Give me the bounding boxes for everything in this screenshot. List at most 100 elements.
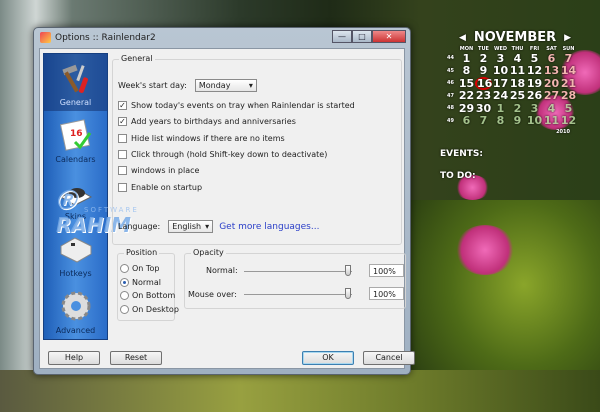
checkbox-label: Hide list windows if there are no items — [131, 133, 285, 143]
slider-thumb[interactable] — [345, 265, 351, 276]
day-cell[interactable]: 21 — [560, 77, 577, 90]
position-radio-on-desktop[interactable]: On Desktop — [120, 304, 179, 314]
week-number: 49 — [447, 117, 454, 124]
language-label: Language: — [118, 222, 161, 231]
option-checkbox-row[interactable]: windows in place — [118, 166, 199, 176]
radio-button[interactable] — [120, 264, 129, 273]
radio-button[interactable] — [120, 291, 129, 300]
select-value: Monday — [198, 81, 231, 90]
radio-label: On Bottom — [132, 291, 176, 300]
sidebar-item-calendars[interactable]: 16 Calendars — [44, 111, 107, 168]
day-cell[interactable]: 25 — [509, 89, 526, 102]
calendar-week: 44 1 2 3 4 5 6 7 — [440, 52, 590, 65]
language-select[interactable]: English ▾ — [168, 220, 214, 233]
title-bar[interactable]: Options :: Rainlendar2 — □ ✕ — [34, 28, 410, 47]
day-cell[interactable]: 7 — [475, 114, 492, 127]
mouseover-opacity-field[interactable]: 100% — [369, 287, 404, 300]
sidebar-item-label: Advanced — [55, 326, 96, 335]
checkbox[interactable] — [118, 166, 127, 176]
day-cell[interactable]: 1 — [492, 102, 509, 115]
select-value: English — [172, 222, 202, 231]
day-cell[interactable]: 1 — [458, 52, 475, 65]
day-cell[interactable]: 24 — [492, 89, 509, 102]
option-checkbox-row[interactable]: Hide list windows if there are no items — [118, 133, 285, 143]
week-number: 48 — [447, 105, 454, 112]
group-title: Position — [124, 248, 160, 257]
day-cell[interactable]: 8 — [458, 64, 475, 77]
sidebar-item-general[interactable]: General — [44, 54, 107, 111]
next-month-button[interactable]: ▶ — [564, 33, 571, 43]
day-cell[interactable]: 5 — [526, 52, 543, 65]
day-cell[interactable]: 11 — [509, 64, 526, 77]
option-checkbox-row[interactable]: Enable on startup — [118, 182, 202, 192]
option-checkbox-row[interactable]: Click through (hold Shift-key down to de… — [118, 149, 328, 159]
position-radio-normal[interactable]: Normal — [120, 277, 161, 287]
checkbox-label: Click through (hold Shift-key down to de… — [131, 149, 328, 159]
day-cell[interactable]: 3 — [526, 102, 543, 115]
day-cell[interactable]: 26 — [526, 89, 543, 102]
ok-button[interactable]: OK — [302, 351, 354, 365]
week-start-select[interactable]: Monday ▾ — [194, 79, 257, 92]
position-radio-on-bottom[interactable]: On Bottom — [120, 291, 175, 300]
day-cell[interactable]: 4 — [543, 102, 560, 115]
normal-opacity-field[interactable]: 100% — [369, 264, 404, 277]
dialog-client: General 16 Calendars Skins Hotkeys Advan… — [39, 48, 415, 369]
mouseover-opacity-slider[interactable] — [244, 294, 352, 295]
day-cell[interactable]: 10 — [492, 64, 509, 77]
day-cell[interactable]: 6 — [543, 52, 560, 65]
day-cell[interactable]: 14 — [560, 64, 577, 77]
opacity-group: Opacity — [184, 248, 406, 309]
option-checkbox-row[interactable]: ✓ Show today's events on tray when Rainle… — [118, 101, 355, 110]
position-radio-on-top[interactable]: On Top — [120, 264, 159, 273]
day-cell[interactable]: 3 — [492, 52, 509, 65]
option-checkbox-row[interactable]: ✓ Add years to birthdays and anniversarie… — [118, 117, 296, 127]
day-cell[interactable]: 6 — [458, 114, 475, 127]
day-cell[interactable]: 20 — [543, 77, 560, 90]
day-cell[interactable]: 7 — [560, 52, 577, 65]
prev-month-button[interactable]: ◀ — [459, 33, 466, 43]
day-cell[interactable]: 9 — [475, 64, 492, 77]
minimize-button[interactable]: — — [332, 30, 352, 43]
day-cell[interactable]: 18 — [509, 77, 526, 90]
day-cell[interactable]: 23 — [475, 89, 492, 102]
day-cell[interactable]: 13 — [543, 64, 560, 77]
close-button[interactable]: ✕ — [372, 30, 406, 43]
sidebar-item-label: Calendars — [55, 155, 96, 164]
sidebar-item-advanced[interactable]: Advanced — [44, 282, 107, 339]
day-cell[interactable]: 29 — [458, 102, 475, 115]
normal-opacity-slider[interactable] — [244, 271, 352, 272]
radio-label: On Top — [132, 264, 160, 273]
slider-thumb[interactable] — [345, 288, 351, 299]
checkbox[interactable]: ✓ — [118, 117, 127, 127]
reset-button[interactable]: Reset — [110, 351, 162, 365]
day-cell[interactable]: 12 — [560, 114, 577, 127]
day-cell[interactable]: 17 — [492, 77, 509, 90]
cancel-button[interactable]: Cancel — [363, 351, 415, 365]
chevron-down-icon: ▾ — [205, 222, 210, 231]
day-cell[interactable]: 10 — [526, 114, 543, 127]
checkbox[interactable]: ✓ — [118, 101, 127, 110]
day-cell[interactable]: 12 — [526, 64, 543, 77]
checkbox[interactable] — [118, 149, 127, 159]
checkbox[interactable] — [118, 182, 127, 192]
checkbox[interactable] — [118, 133, 127, 143]
day-cell[interactable]: 9 — [509, 114, 526, 127]
today-cell[interactable]: 16 — [475, 76, 492, 90]
day-cell[interactable]: 11 — [543, 114, 560, 127]
day-cell[interactable]: 2 — [509, 102, 526, 115]
day-cell[interactable]: 28 — [560, 89, 577, 102]
radio-button[interactable] — [120, 277, 129, 287]
day-cell[interactable]: 22 — [458, 89, 475, 102]
maximize-button[interactable]: □ — [352, 30, 372, 43]
more-languages-link[interactable]: Get more languages... — [219, 222, 319, 232]
day-cell[interactable]: 19 — [526, 77, 543, 90]
day-cell[interactable]: 2 — [475, 52, 492, 65]
day-cell[interactable]: 30 — [475, 102, 492, 115]
radio-button[interactable] — [120, 304, 129, 314]
day-cell[interactable]: 8 — [492, 114, 509, 127]
day-cell[interactable]: 4 — [509, 52, 526, 65]
day-cell[interactable]: 27 — [543, 89, 560, 102]
help-button[interactable]: Help — [48, 351, 100, 365]
day-cell[interactable]: 5 — [560, 102, 577, 115]
day-cell[interactable]: 15 — [458, 77, 475, 90]
